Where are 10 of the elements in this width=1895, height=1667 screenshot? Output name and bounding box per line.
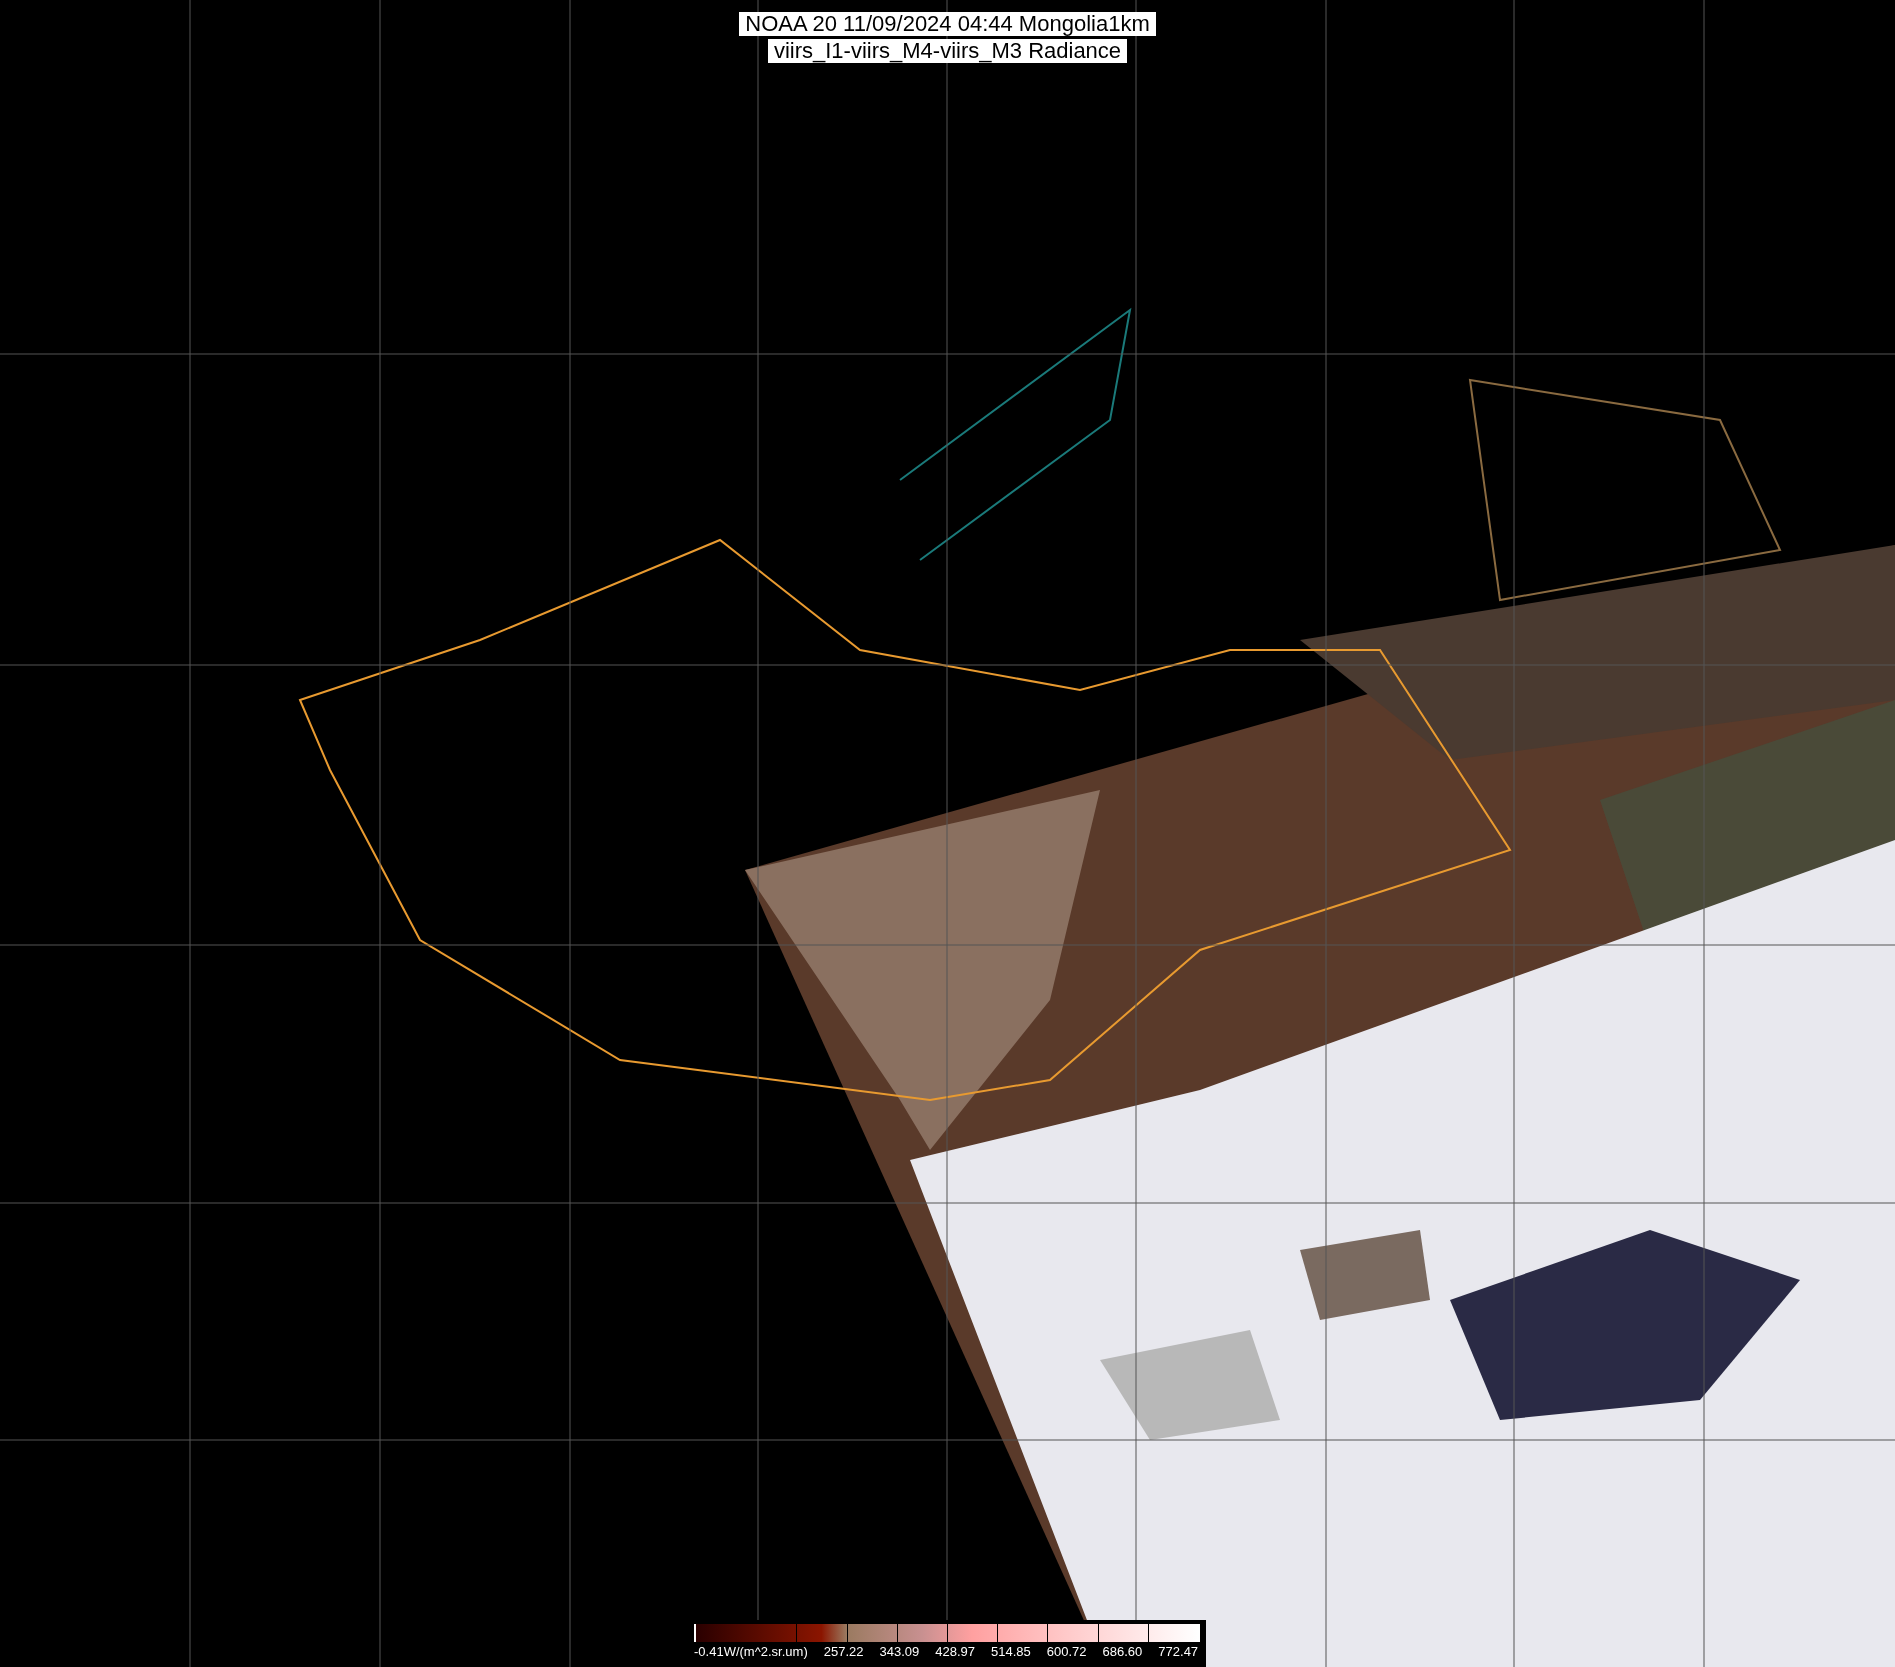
map-title: NOAA 20 11/09/2024 04:44 Mongolia1km bbox=[739, 12, 1156, 36]
scale-label: 428.97 bbox=[935, 1644, 976, 1659]
map-title: viirs_I1-viirs_M4-viirs_M3 Radiance bbox=[767, 39, 1128, 63]
scale-label: 343.09 bbox=[879, 1644, 920, 1659]
scale-label: -0.41W/(m^2.sr.um) bbox=[694, 1644, 808, 1659]
scale-label: 257.22 bbox=[823, 1644, 864, 1659]
scale-label: 514.85 bbox=[991, 1644, 1031, 1659]
scale-label: 686.60 bbox=[1102, 1644, 1143, 1659]
scale-label: 772.47 bbox=[1158, 1644, 1199, 1659]
scale-label: 600.72 bbox=[1046, 1644, 1087, 1659]
